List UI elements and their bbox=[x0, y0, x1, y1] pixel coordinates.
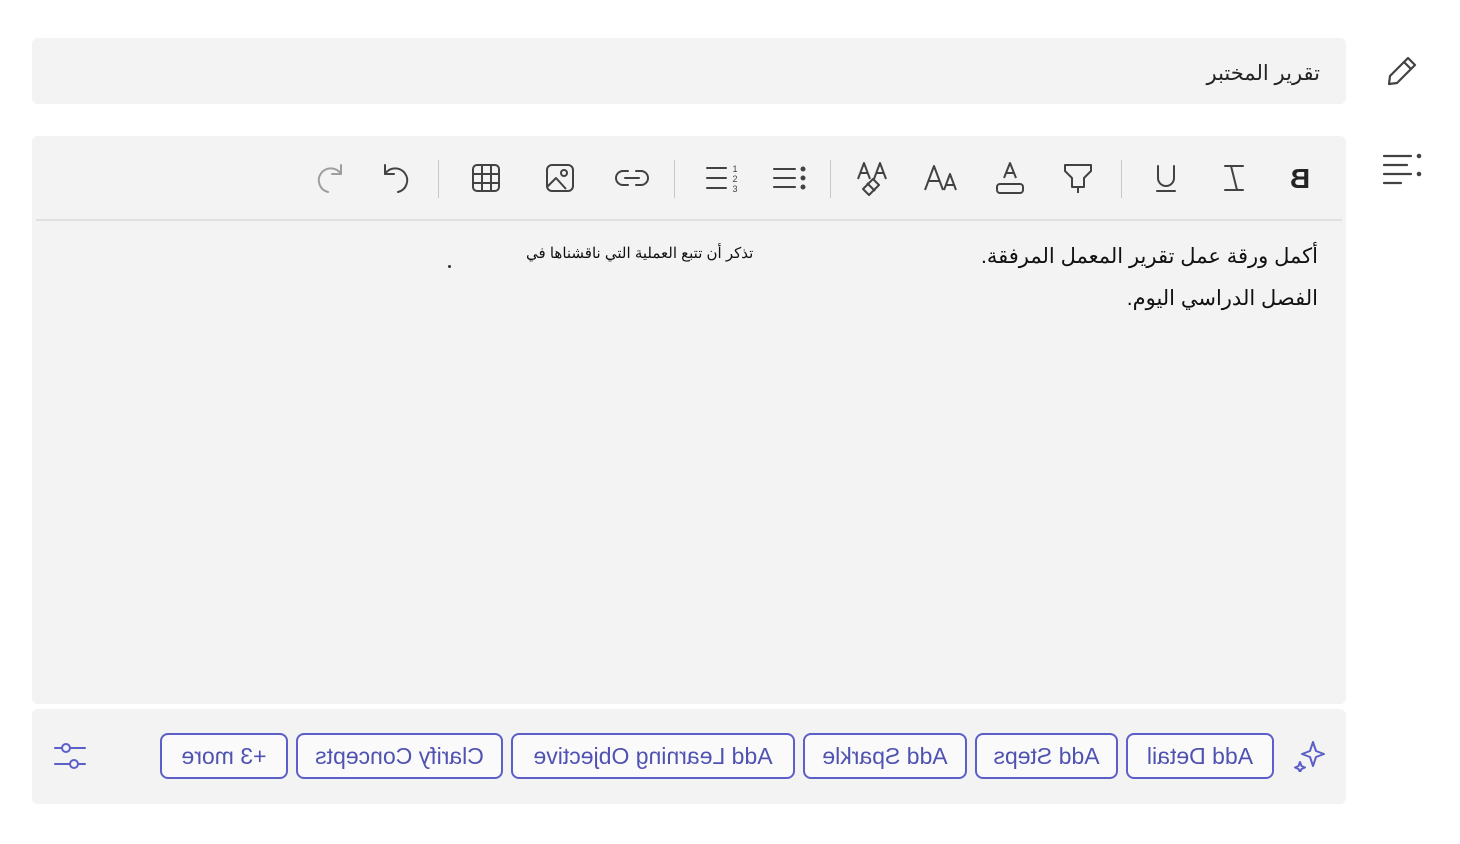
cursor-dot bbox=[448, 265, 451, 268]
image-icon[interactable] bbox=[538, 158, 582, 198]
chip-add-steps[interactable]: Add Steps bbox=[975, 733, 1118, 779]
title-field[interactable]: تقرير المختبر bbox=[32, 38, 1346, 104]
bullet-list-icon[interactable] bbox=[767, 158, 811, 198]
italic-icon[interactable] bbox=[1212, 158, 1256, 198]
toolbar-separator bbox=[674, 160, 675, 198]
clear-format-icon[interactable] bbox=[852, 158, 896, 198]
redo-icon[interactable] bbox=[374, 158, 418, 198]
table-icon[interactable] bbox=[464, 158, 508, 198]
toolbar-separator bbox=[1121, 160, 1122, 198]
bold-icon[interactable]: B bbox=[1278, 158, 1322, 198]
svg-text:B: B bbox=[1290, 163, 1310, 193]
toolbar-separator bbox=[438, 160, 439, 198]
title-text: تقرير المختبر bbox=[1206, 62, 1320, 85]
editor-panel[interactable]: B 1 2 3 أكمل ورقة عمل تقرير المعمل المرف… bbox=[32, 136, 1346, 704]
chip-add-learning-objective[interactable]: Add Learning Objective bbox=[511, 733, 795, 779]
numbered-list-icon[interactable]: 1 2 3 bbox=[700, 158, 744, 198]
font-color-icon[interactable] bbox=[988, 158, 1032, 198]
font-size-icon[interactable] bbox=[920, 158, 964, 198]
editor-hint-text: تذكر أن تتبع العملية التي ناقشناها في bbox=[526, 245, 754, 262]
highlight-icon[interactable] bbox=[1056, 158, 1100, 198]
editor-body-text[interactable]: أكمل ورقة عمل تقرير المعمل المرفقة. الفص… bbox=[938, 236, 1318, 320]
list-options-icon[interactable] bbox=[1380, 146, 1424, 190]
underline-icon[interactable] bbox=[1144, 158, 1188, 198]
undo-icon[interactable] bbox=[308, 158, 352, 198]
sparkle-icon[interactable] bbox=[1288, 733, 1332, 777]
svg-text:1: 1 bbox=[732, 164, 737, 174]
suggestions-bar: Add Detail Add Steps Add Sparkle Add Lea… bbox=[32, 709, 1346, 804]
svg-text:2: 2 bbox=[732, 174, 737, 184]
pencil-icon[interactable] bbox=[1380, 48, 1424, 92]
chip-more[interactable]: +3 more bbox=[160, 733, 288, 779]
svg-text:3: 3 bbox=[732, 184, 737, 194]
chip-add-sparkle[interactable]: Add Sparkle bbox=[803, 733, 967, 779]
toolbar-separator bbox=[830, 160, 831, 198]
formatting-toolbar: B 1 2 3 bbox=[36, 136, 1342, 221]
chip-add-detail[interactable]: Add Detail bbox=[1126, 733, 1274, 779]
link-icon[interactable] bbox=[610, 158, 654, 198]
chip-clarify-concepts[interactable]: Clarify Concepts bbox=[296, 733, 503, 779]
filter-settings-icon[interactable] bbox=[48, 734, 92, 778]
